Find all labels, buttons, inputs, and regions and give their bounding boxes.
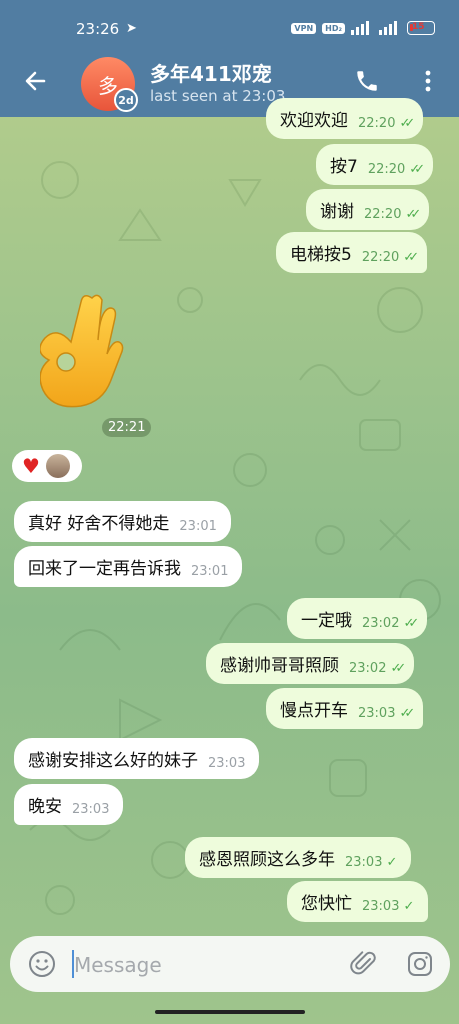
sent-checkmark-icon: ✓ <box>386 855 398 870</box>
back-arrow-icon[interactable] <box>20 66 50 96</box>
battery-icon: 15 <box>407 21 435 35</box>
read-checkmarks-icon: ✓✓ <box>403 616 419 631</box>
message-text: 回来了一定再告诉我 <box>28 559 181 579</box>
message-bubble-out[interactable]: 欢迎欢迎 22:20 ✓✓ <box>266 98 424 139</box>
camera-icon[interactable] <box>406 950 434 978</box>
emoji-icon[interactable] <box>28 950 56 978</box>
message-bubble-in[interactable]: 回来了一定再告诉我 23:01 <box>14 546 243 587</box>
message-bubble-out[interactable]: 感谢帅哥哥照顾 23:02 ✓✓ <box>206 643 415 684</box>
message-time: 22:20 <box>358 116 396 131</box>
message-bubble-out[interactable]: 您快忙 23:03 ✓ <box>287 881 429 922</box>
message-bubble-out[interactable]: 慢点开车 23:03 ✓✓ <box>266 688 424 729</box>
heart-icon: ♥ <box>22 454 40 478</box>
signal-icon <box>351 21 369 35</box>
message-text: 电梯按5 <box>290 245 352 265</box>
status-icons: VPN HD₂ 15 <box>291 21 435 35</box>
message-time: 23:02 <box>349 661 387 676</box>
message-text: 感恩照顾这么多年 <box>199 850 335 870</box>
message-text: 按7 <box>330 157 358 177</box>
status-bar: 23:26 ➤ VPN HD₂ 15 <box>0 0 459 46</box>
read-checkmarks-icon: ✓✓ <box>390 661 406 676</box>
read-checkmarks-icon: ✓✓ <box>399 116 415 131</box>
message-time: 23:01 <box>179 519 217 534</box>
home-indicator <box>155 1010 305 1014</box>
message-bubble-out[interactable]: 感恩照顾这么多年 23:03 ✓ <box>185 837 412 878</box>
message-input[interactable] <box>72 950 346 980</box>
message-bubble-in[interactable]: 真好 好舍不得她走 23:01 <box>14 501 231 542</box>
signal-icon-2 <box>379 21 397 35</box>
message-bubble-in[interactable]: 感谢安排这么好的妹子 23:03 <box>14 738 260 779</box>
battery-level: 15 <box>412 22 425 32</box>
sticker-time: 22:21 <box>102 418 152 437</box>
message-text: 一定哦 <box>301 611 352 631</box>
message-text: 慢点开车 <box>280 701 348 721</box>
story-badge-label: 2d <box>118 93 134 107</box>
message-text: 晚安 <box>28 797 62 817</box>
read-checkmarks-icon: ✓✓ <box>409 162 425 177</box>
message-time: 23:02 <box>362 616 400 631</box>
message-text: 感谢安排这么好的妹子 <box>28 751 198 771</box>
chat-title[interactable]: 多年411邓宠 <box>150 58 272 87</box>
hd-voice-icon: HD₂ <box>322 22 345 34</box>
message-text: 谢谢 <box>320 202 354 222</box>
message-text: 真好 好舍不得她走 <box>28 514 170 534</box>
message-bubble-out[interactable]: 谢谢 22:20 ✓✓ <box>306 189 430 230</box>
story-badge: 2d <box>114 88 138 112</box>
message-composer <box>10 936 450 992</box>
reaction-chip[interactable]: ♥ <box>12 450 82 482</box>
message-time: 23:03 <box>358 706 396 721</box>
message-time: 22:20 <box>364 207 402 222</box>
message-text: 欢迎欢迎 <box>280 111 348 131</box>
read-checkmarks-icon: ✓✓ <box>405 207 421 222</box>
read-checkmarks-icon: ✓✓ <box>399 706 415 721</box>
message-bubble-out[interactable]: 一定哦 23:02 ✓✓ <box>287 598 428 639</box>
status-time: 23:26 <box>76 20 120 38</box>
message-text: 您快忙 <box>301 894 352 914</box>
message-time: 23:03 <box>345 855 383 870</box>
message-text: 感谢帅哥哥照顾 <box>220 656 339 676</box>
message-time: 22:20 <box>367 162 406 177</box>
phone-icon[interactable] <box>354 68 380 94</box>
message-time: 23:03 <box>362 899 400 914</box>
paperclip-icon[interactable] <box>350 950 378 978</box>
read-checkmarks-icon: ✓✓ <box>403 250 419 265</box>
message-time: 23:03 <box>72 802 110 817</box>
ok-hand-sticker[interactable] <box>40 290 130 420</box>
sent-checkmark-icon: ✓ <box>403 899 415 914</box>
vpn-icon: VPN <box>291 22 317 34</box>
last-seen-status: last seen at 23:03 <box>150 87 286 105</box>
message-time: 23:03 <box>208 756 246 771</box>
message-time: 23:01 <box>191 564 229 579</box>
reaction-user-avatar <box>45 454 70 478</box>
message-bubble-out[interactable]: 按7 22:20 ✓✓ <box>316 144 434 185</box>
message-bubble-in[interactable]: 晚安 23:03 <box>14 784 124 825</box>
telegram-status-icon: ➤ <box>126 21 137 36</box>
message-bubble-out[interactable]: 电梯按5 22:20 ✓✓ <box>276 232 428 273</box>
more-vertical-icon[interactable] <box>418 68 438 94</box>
text-caret <box>72 950 74 978</box>
message-time: 22:20 <box>361 250 400 265</box>
